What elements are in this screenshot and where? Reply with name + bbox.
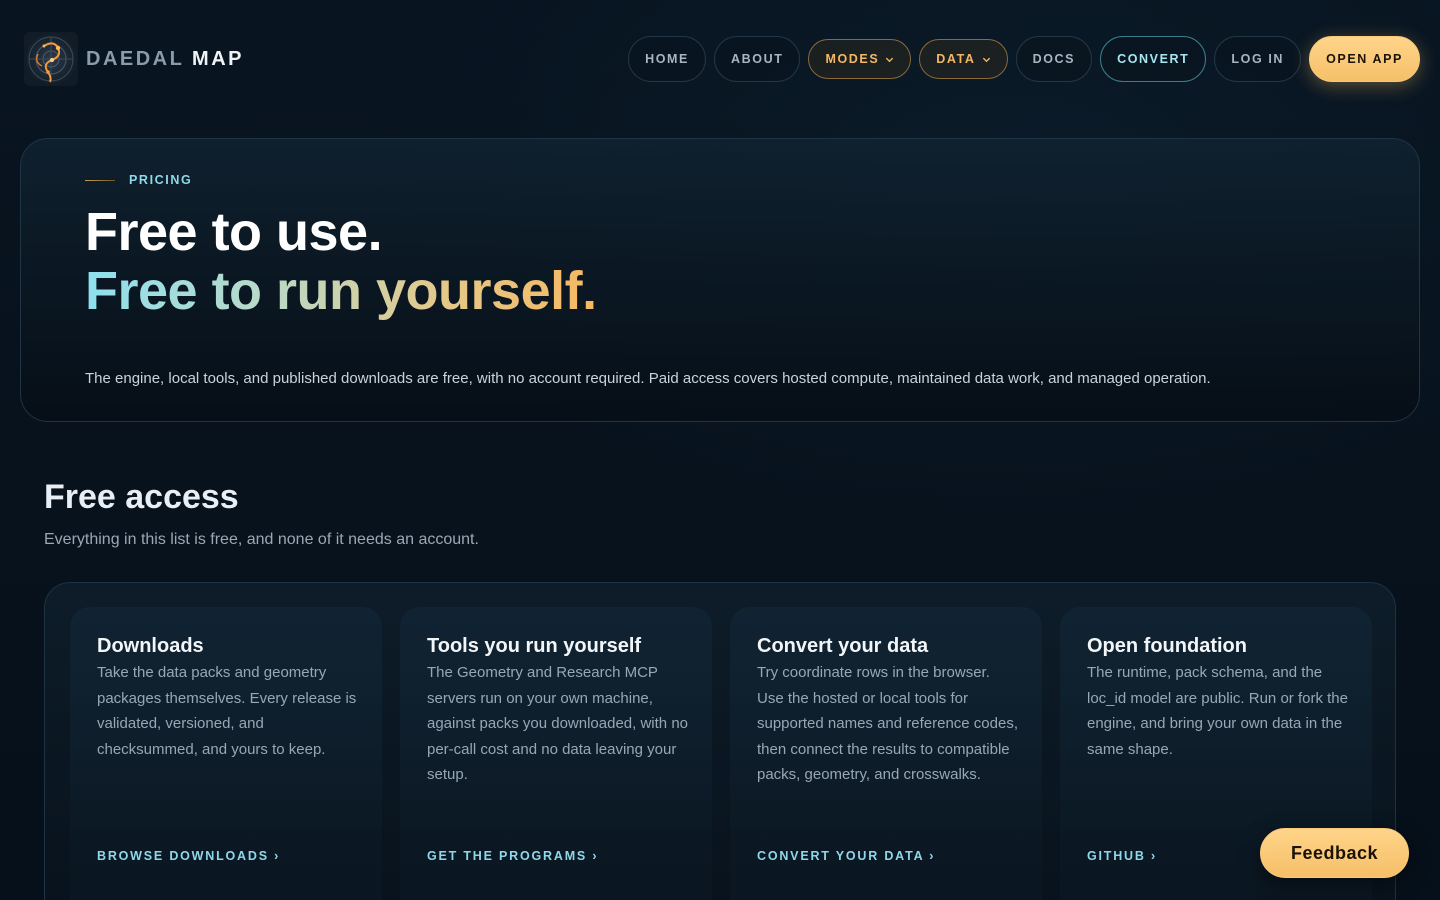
section-title: Free access <box>44 478 239 516</box>
open-app-label: OPEN APP <box>1326 52 1403 66</box>
page-title: Free to use. Free to run yourself. <box>85 203 597 321</box>
section-subtitle: Everything in this list is free, and non… <box>44 531 479 548</box>
browse-downloads-link[interactable]: BROWSE DOWNLOADS › <box>97 849 280 863</box>
card-convert: Convert your data Try coordinate rows in… <box>730 607 1042 900</box>
nav-modes-dropdown[interactable]: MODES <box>808 39 912 79</box>
card-title: Downloads <box>97 635 204 657</box>
eyebrow-divider <box>85 179 115 181</box>
get-programs-link[interactable]: GET THE PROGRAMS › <box>427 849 598 863</box>
open-app-button[interactable]: OPEN APP <box>1309 36 1420 82</box>
feedback-button[interactable]: Feedback <box>1260 828 1409 878</box>
card-tools: Tools you run yourself The Geometry and … <box>400 607 712 900</box>
nav-modes-label: MODES <box>825 52 880 66</box>
title-line-1: Free to use. <box>85 202 383 262</box>
chevron-down-icon <box>886 57 894 62</box>
nav-login-button[interactable]: LOG IN <box>1214 36 1302 82</box>
brand[interactable]: DAEDAL MAP <box>24 32 244 86</box>
nav-docs-button[interactable]: DOCS <box>1015 36 1093 82</box>
card-title: Convert your data <box>757 635 929 657</box>
nav-data-label: DATA <box>936 52 976 66</box>
feedback-label: Feedback <box>1290 842 1379 863</box>
chevron-down-icon <box>982 57 990 62</box>
card-downloads: Downloads Take the data packs and geomet… <box>70 607 382 900</box>
nav-about-button[interactable]: ABOUT <box>714 36 801 82</box>
card-body: The Geometry and Research MCP servers ru… <box>427 664 689 783</box>
card-body: The runtime, pack schema, and the loc_id… <box>1087 664 1348 758</box>
nav-data-dropdown[interactable]: DATA <box>919 39 1008 79</box>
hero-description: The engine, local tools, and published d… <box>85 370 1211 387</box>
main-nav: HOME ABOUT MODES DATA DOCS CONVERT LOG I… <box>628 36 1420 82</box>
nav-convert-button[interactable]: CONVERT <box>1100 36 1207 82</box>
site-header: DAEDAL MAP HOME ABOUT MODES DATA DOCS CO… <box>0 0 1440 118</box>
nav-convert-label: CONVERT <box>1117 52 1190 66</box>
eyebrow: PRICING <box>85 173 192 187</box>
nav-login-label: LOG IN <box>1231 52 1285 66</box>
nav-home-label: HOME <box>645 52 689 66</box>
title-line-2: Free to run yourself. <box>85 261 597 321</box>
github-link[interactable]: GITHUB › <box>1087 849 1157 863</box>
nav-home-button[interactable]: HOME <box>628 36 706 82</box>
card-body: Try coordinate rows in the browser. Use … <box>757 664 1018 783</box>
brand-name: DAEDAL MAP <box>86 48 244 71</box>
brand-name-part2: MAP <box>192 47 244 70</box>
nav-docs-label: DOCS <box>1032 52 1076 66</box>
card-title: Open foundation <box>1087 635 1247 657</box>
free-access-panel: Downloads Take the data packs and geomet… <box>44 582 1396 900</box>
card-body: Take the data packs and geometry package… <box>97 664 357 758</box>
compass-map-logo <box>24 32 78 86</box>
eyebrow-label: PRICING <box>129 173 193 187</box>
convert-data-link[interactable]: CONVERT YOUR DATA › <box>757 849 935 863</box>
pricing-hero: PRICING Free to use. Free to run yoursel… <box>20 138 1420 422</box>
nav-about-label: ABOUT <box>731 52 784 66</box>
card-title: Tools you run yourself <box>427 635 642 657</box>
brand-name-part1: DAEDAL <box>86 47 184 70</box>
